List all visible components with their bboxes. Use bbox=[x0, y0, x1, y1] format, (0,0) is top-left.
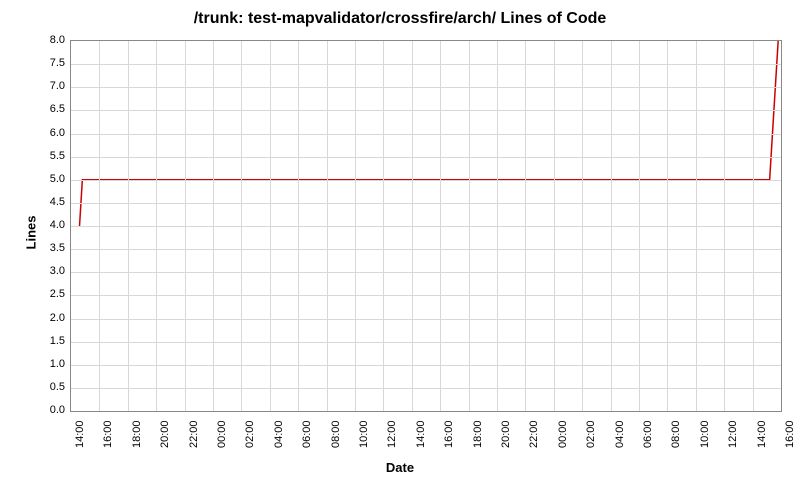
gridline-v bbox=[525, 41, 526, 411]
x-tick-label: 02:00 bbox=[585, 420, 597, 448]
gridline-h bbox=[71, 87, 781, 88]
gridline-v bbox=[440, 41, 441, 411]
x-tick-label: 10:00 bbox=[699, 420, 711, 448]
gridline-h bbox=[71, 134, 781, 135]
y-tick-label: 3.5 bbox=[35, 242, 65, 254]
y-tick-label: 4.5 bbox=[35, 196, 65, 208]
gridline-v bbox=[412, 41, 413, 411]
gridline-h bbox=[71, 295, 781, 296]
x-tick-label: 12:00 bbox=[727, 420, 739, 448]
x-tick-label: 08:00 bbox=[670, 420, 682, 448]
gridline-v bbox=[383, 41, 384, 411]
gridline-v bbox=[355, 41, 356, 411]
gridline-h bbox=[71, 388, 781, 389]
x-tick-label: 10:00 bbox=[358, 420, 370, 448]
plot-area bbox=[70, 40, 782, 412]
y-tick-label: 0.0 bbox=[35, 404, 65, 416]
x-tick-label: 14:00 bbox=[415, 420, 427, 448]
y-tick-label: 7.0 bbox=[35, 80, 65, 92]
x-tick-label: 04:00 bbox=[614, 420, 626, 448]
y-tick-label: 0.5 bbox=[35, 381, 65, 393]
gridline-v bbox=[298, 41, 299, 411]
x-tick-label: 04:00 bbox=[273, 420, 285, 448]
gridline-h bbox=[71, 365, 781, 366]
gridline-h bbox=[71, 64, 781, 65]
x-tick-label: 12:00 bbox=[386, 420, 398, 448]
gridline-v bbox=[667, 41, 668, 411]
gridline-h bbox=[71, 272, 781, 273]
y-tick-label: 1.0 bbox=[35, 358, 65, 370]
gridline-v bbox=[554, 41, 555, 411]
chart-title: /trunk: test-mapvalidator/crossfire/arch… bbox=[0, 10, 800, 28]
gridline-v bbox=[753, 41, 754, 411]
x-tick-label: 18:00 bbox=[131, 420, 143, 448]
x-tick-label: 20:00 bbox=[500, 420, 512, 448]
chart-container: /trunk: test-mapvalidator/crossfire/arch… bbox=[0, 0, 800, 500]
y-tick-label: 1.5 bbox=[35, 335, 65, 347]
y-tick-label: 6.5 bbox=[35, 103, 65, 115]
gridline-h bbox=[71, 226, 781, 227]
gridline-v bbox=[469, 41, 470, 411]
y-tick-label: 8.0 bbox=[35, 34, 65, 46]
gridline-h bbox=[71, 203, 781, 204]
gridline-h bbox=[71, 342, 781, 343]
x-tick-label: 16:00 bbox=[443, 420, 455, 448]
gridline-v bbox=[241, 41, 242, 411]
x-tick-label: 22:00 bbox=[188, 420, 200, 448]
gridline-h bbox=[71, 180, 781, 181]
gridline-v bbox=[327, 41, 328, 411]
y-tick-label: 5.5 bbox=[35, 150, 65, 162]
x-tick-label: 08:00 bbox=[330, 420, 342, 448]
gridline-h bbox=[71, 319, 781, 320]
y-tick-label: 2.0 bbox=[35, 312, 65, 324]
x-tick-label: 20:00 bbox=[159, 420, 171, 448]
y-tick-label: 5.0 bbox=[35, 173, 65, 185]
gridline-h bbox=[71, 110, 781, 111]
x-tick-label: 06:00 bbox=[301, 420, 313, 448]
gridline-h bbox=[71, 249, 781, 250]
gridline-v bbox=[611, 41, 612, 411]
gridline-v bbox=[185, 41, 186, 411]
y-tick-label: 6.0 bbox=[35, 127, 65, 139]
x-tick-label: 22:00 bbox=[528, 420, 540, 448]
y-tick-label: 7.5 bbox=[35, 57, 65, 69]
gridline-v bbox=[696, 41, 697, 411]
x-tick-label: 00:00 bbox=[216, 420, 228, 448]
gridline-h bbox=[71, 157, 781, 158]
x-tick-label: 18:00 bbox=[472, 420, 484, 448]
gridline-v bbox=[156, 41, 157, 411]
x-tick-label: 14:00 bbox=[74, 420, 86, 448]
x-tick-label: 02:00 bbox=[244, 420, 256, 448]
y-tick-label: 4.0 bbox=[35, 219, 65, 231]
y-tick-label: 2.5 bbox=[35, 288, 65, 300]
gridline-v bbox=[497, 41, 498, 411]
gridline-v bbox=[99, 41, 100, 411]
gridline-v bbox=[270, 41, 271, 411]
x-axis-label: Date bbox=[0, 460, 800, 475]
y-tick-label: 3.0 bbox=[35, 265, 65, 277]
gridline-v bbox=[724, 41, 725, 411]
gridline-v bbox=[639, 41, 640, 411]
x-tick-label: 16:00 bbox=[102, 420, 114, 448]
gridline-v bbox=[582, 41, 583, 411]
x-tick-label: 16:00 bbox=[784, 420, 796, 448]
x-tick-label: 14:00 bbox=[756, 420, 768, 448]
x-tick-label: 06:00 bbox=[642, 420, 654, 448]
gridline-v bbox=[213, 41, 214, 411]
x-tick-label: 00:00 bbox=[557, 420, 569, 448]
gridline-v bbox=[128, 41, 129, 411]
